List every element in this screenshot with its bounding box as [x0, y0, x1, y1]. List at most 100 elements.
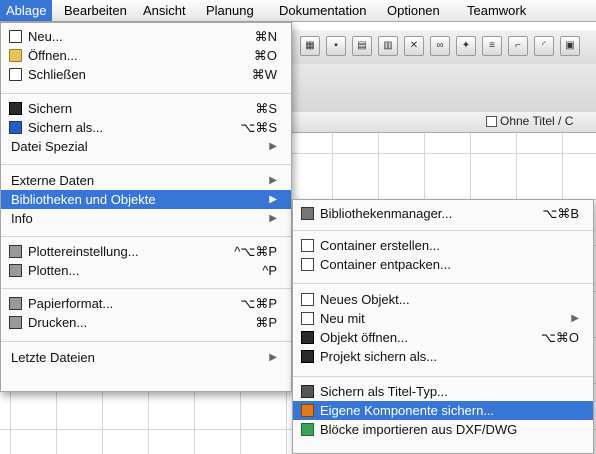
menu-separator [1, 164, 291, 165]
new-document-icon [9, 30, 22, 43]
shortcut: ⌘S [255, 101, 277, 116]
menu-item-plottereinstellung[interactable]: Plottereinstellung... ^⌥⌘P [1, 242, 291, 261]
submenu-item-bloecke-importieren[interactable]: Blöcke importieren aus DXF/DWG [293, 420, 593, 439]
menu-item-label: Drucken... [28, 315, 88, 330]
menu-item-label: Neu mit [320, 311, 365, 326]
submenu-item-sichern-als-titel-typ[interactable]: Sichern als Titel-Typ... [293, 382, 593, 401]
bibliotheken-submenu: Bibliothekenmanager... ⌥⌘B Container ers… [292, 199, 594, 454]
shortcut: ⌥⌘B [542, 206, 579, 221]
submenu-arrow-icon: ▶ [269, 213, 277, 224]
menu-separator [1, 236, 291, 237]
ablage-menu: Neu... ⌘N Öffnen... ⌘O Schließen ⌘W Sich… [0, 22, 292, 392]
menu-item-oeffnen[interactable]: Öffnen... ⌘O [1, 46, 291, 65]
drawing-window-title: Ohne Titel / C [500, 114, 574, 128]
menu-item-label: Sichern als... [28, 120, 104, 135]
create-container-icon [301, 239, 314, 252]
menu-item-label: Externe Daten [11, 173, 95, 188]
link-tool-icon[interactable]: ∞ [430, 36, 450, 56]
menu-separator [293, 376, 593, 377]
menu-item-label: Sichern als Titel-Typ... [320, 384, 448, 399]
save-component-icon [301, 404, 314, 417]
menu-separator [1, 288, 291, 289]
menu-item-label: Papierformat... [28, 296, 114, 311]
shortcut: ⌥⌘S [240, 120, 277, 135]
menu-separator [1, 341, 291, 342]
save-disk-icon [9, 102, 22, 115]
menu-item-label: Bibliotheken und Objekte [11, 192, 156, 207]
menu-item-papierformat[interactable]: Papierformat... ⌥⌘P [1, 294, 291, 313]
menu-item-label: Öffnen... [28, 48, 78, 63]
submenu-item-eigene-komponente-sichern[interactable]: Eigene Komponente sichern... [293, 401, 593, 420]
open-object-icon [301, 331, 314, 344]
menu-item-label: Letzte Dateien [11, 350, 95, 365]
menu-planung[interactable]: Planung [200, 0, 260, 21]
extract-container-icon [301, 258, 314, 271]
delete-tool-icon[interactable]: ✕ [404, 36, 424, 56]
close-document-icon [9, 68, 22, 81]
wall-tool-icon[interactable]: ▦ [300, 36, 320, 56]
menu-item-label: Container entpacken... [320, 257, 451, 272]
menu-dokumentation[interactable]: Dokumentation [273, 0, 372, 21]
menu-item-plotten[interactable]: Plotten... ^P [1, 261, 291, 280]
menu-item-label: Plottereinstellung... [28, 244, 139, 259]
menu-item-neu[interactable]: Neu... ⌘N [1, 27, 291, 46]
menu-bearbeiten[interactable]: Bearbeiten [58, 0, 133, 21]
marker-tool-icon[interactable]: ✦ [456, 36, 476, 56]
menu-item-schliessen[interactable]: Schließen ⌘W [1, 65, 291, 84]
open-folder-icon [9, 49, 22, 62]
submenu-item-neues-objekt[interactable]: Neues Objekt... [293, 290, 593, 309]
submenu-arrow-icon: ▶ [571, 313, 579, 324]
menu-item-label: Neu... [28, 29, 63, 44]
shortcut: ⌘P [255, 315, 277, 330]
submenu-item-container-entpacken[interactable]: Container entpacken... [293, 255, 593, 274]
arc-tool-icon[interactable]: ◜ [534, 36, 554, 56]
menu-item-label: Blöcke importieren aus DXF/DWG [320, 422, 518, 437]
window-document-icon [486, 116, 497, 127]
label-tool-icon[interactable]: ▥ [378, 36, 398, 56]
menu-optionen[interactable]: Optionen [381, 0, 446, 21]
menu-item-bibliotheken-und-objekte[interactable]: Bibliotheken und Objekte ▶ [1, 190, 291, 209]
menu-separator [1, 93, 291, 94]
submenu-item-projekt-sichern-als[interactable]: Projekt sichern als... [293, 347, 593, 366]
submenu-arrow-icon: ▶ [269, 141, 277, 152]
menu-bar: Ablage Bearbeiten Ansicht Planung Dokume… [0, 0, 596, 22]
object-tool-icon[interactable]: ▤ [352, 36, 372, 56]
shortcut: ⌥⌘P [240, 296, 277, 311]
menu-item-externe-daten[interactable]: Externe Daten ▶ [1, 171, 291, 190]
library-manager-icon [301, 207, 314, 220]
printer-icon [9, 316, 22, 329]
menu-item-letzte-dateien[interactable]: Letzte Dateien ▶ [1, 348, 291, 367]
menu-ansicht[interactable]: Ansicht [137, 0, 192, 21]
image-tool-icon[interactable]: ▣ [560, 36, 580, 56]
submenu-item-neu-mit[interactable]: Neu mit ▶ [293, 309, 593, 328]
submenu-item-bibliothekenmanager[interactable]: Bibliothekenmanager... ⌥⌘B [293, 204, 593, 223]
plotter-icon [9, 264, 22, 277]
menu-item-sichern-als[interactable]: Sichern als... ⌥⌘S [1, 118, 291, 137]
page-setup-icon [9, 297, 22, 310]
menu-item-sichern[interactable]: Sichern ⌘S [1, 99, 291, 118]
shortcut: ⌥⌘O [540, 330, 579, 345]
menu-item-label: Neues Objekt... [320, 292, 410, 307]
menu-item-datei-spezial[interactable]: Datei Spezial ▶ [1, 137, 291, 156]
menu-item-info[interactable]: Info ▶ [1, 209, 291, 228]
submenu-item-objekt-oeffnen[interactable]: Objekt öffnen... ⌥⌘O [293, 328, 593, 347]
menu-item-label: Objekt öffnen... [320, 330, 408, 345]
menu-teamwork[interactable]: Teamwork [461, 0, 532, 21]
plotter-setup-icon [9, 245, 22, 258]
menu-separator [293, 230, 593, 231]
menu-separator [293, 283, 593, 284]
submenu-arrow-icon: ▶ [269, 194, 277, 205]
submenu-arrow-icon: ▶ [269, 175, 277, 186]
menu-item-label: Container erstellen... [320, 238, 440, 253]
submenu-arrow-icon: ▶ [269, 352, 277, 363]
menu-item-label: Bibliothekenmanager... [320, 206, 453, 221]
menu-item-drucken[interactable]: Drucken... ⌘P [1, 313, 291, 332]
menu-ablage[interactable]: Ablage [0, 0, 53, 21]
stair-tool-icon[interactable]: ≡ [482, 36, 502, 56]
menu-item-label: Sichern [28, 101, 73, 116]
menu-item-label: Info [11, 211, 33, 226]
line-tool-icon[interactable]: ⌐ [508, 36, 528, 56]
column-tool-icon[interactable]: ▪ [326, 36, 346, 56]
new-object-icon [301, 293, 314, 306]
submenu-item-container-erstellen[interactable]: Container erstellen... [293, 236, 593, 255]
